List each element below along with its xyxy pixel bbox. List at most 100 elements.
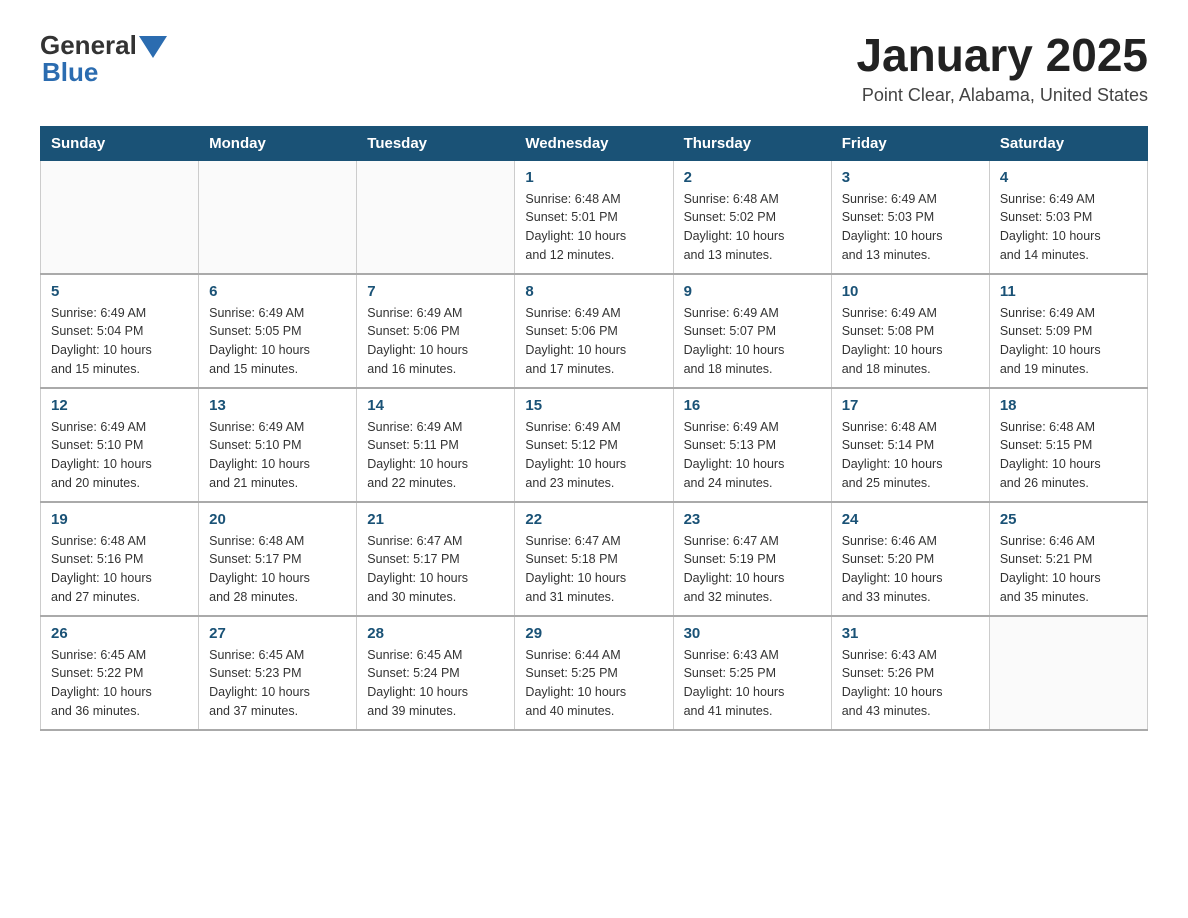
header-day-wednesday: Wednesday [515,126,673,160]
day-info: Sunrise: 6:49 AMSunset: 5:10 PMDaylight:… [51,418,188,493]
day-number: 10 [842,283,979,300]
day-number: 13 [209,397,346,414]
calendar-week-4: 19 Sunrise: 6:48 AMSunset: 5:16 PMDayligh… [41,502,1148,616]
day-info: Sunrise: 6:49 AMSunset: 5:04 PMDaylight:… [51,304,188,379]
calendar-cell: 29 Sunrise: 6:44 AMSunset: 5:25 PMDayligh… [515,616,673,730]
calendar-cell: 27 Sunrise: 6:45 AMSunset: 5:23 PMDayligh… [199,616,357,730]
calendar-header: SundayMondayTuesdayWednesdayThursdayFrid… [41,126,1148,160]
calendar-cell: 12 Sunrise: 6:49 AMSunset: 5:10 PMDayligh… [41,388,199,502]
day-info: Sunrise: 6:49 AMSunset: 5:12 PMDaylight:… [525,418,662,493]
calendar-week-3: 12 Sunrise: 6:49 AMSunset: 5:10 PMDayligh… [41,388,1148,502]
calendar-table: SundayMondayTuesdayWednesdayThursdayFrid… [40,126,1148,731]
day-info: Sunrise: 6:49 AMSunset: 5:09 PMDaylight:… [1000,304,1137,379]
calendar-cell: 13 Sunrise: 6:49 AMSunset: 5:10 PMDayligh… [199,388,357,502]
day-info: Sunrise: 6:49 AMSunset: 5:11 PMDaylight:… [367,418,504,493]
calendar-cell: 20 Sunrise: 6:48 AMSunset: 5:17 PMDayligh… [199,502,357,616]
day-number: 11 [1000,283,1137,300]
day-info: Sunrise: 6:48 AMSunset: 5:02 PMDaylight:… [684,190,821,265]
day-number: 15 [525,397,662,414]
logo: General Blue [40,30,167,88]
day-number: 31 [842,625,979,642]
day-info: Sunrise: 6:47 AMSunset: 5:17 PMDaylight:… [367,532,504,607]
day-info: Sunrise: 6:47 AMSunset: 5:18 PMDaylight:… [525,532,662,607]
header-day-friday: Friday [831,126,989,160]
header-day-monday: Monday [199,126,357,160]
calendar-cell: 7 Sunrise: 6:49 AMSunset: 5:06 PMDaylight… [357,274,515,388]
calendar-cell: 26 Sunrise: 6:45 AMSunset: 5:22 PMDayligh… [41,616,199,730]
day-info: Sunrise: 6:43 AMSunset: 5:25 PMDaylight:… [684,646,821,721]
title-block: January 2025 Point Clear, Alabama, Unite… [856,30,1148,106]
page-header: General Blue January 2025 Point Clear, A… [40,30,1148,106]
day-number: 24 [842,511,979,528]
day-number: 23 [684,511,821,528]
logo-triangle-icon [139,36,167,58]
day-number: 12 [51,397,188,414]
day-number: 28 [367,625,504,642]
calendar-cell: 8 Sunrise: 6:49 AMSunset: 5:06 PMDaylight… [515,274,673,388]
day-number: 8 [525,283,662,300]
calendar-cell: 16Sunrise: 6:49 AMSunset: 5:13 PMDayligh… [673,388,831,502]
day-info: Sunrise: 6:49 AMSunset: 5:10 PMDaylight:… [209,418,346,493]
calendar-cell: 11 Sunrise: 6:49 AMSunset: 5:09 PMDayligh… [989,274,1147,388]
day-info: Sunrise: 6:49 AMSunset: 5:06 PMDaylight:… [367,304,504,379]
calendar-cell: 14 Sunrise: 6:49 AMSunset: 5:11 PMDayligh… [357,388,515,502]
calendar-cell: 31 Sunrise: 6:43 AMSunset: 5:26 PMDayligh… [831,616,989,730]
day-info: Sunrise: 6:49 AMSunset: 5:03 PMDaylight:… [1000,190,1137,265]
day-number: 19 [51,511,188,528]
day-number: 22 [525,511,662,528]
calendar-week-2: 5 Sunrise: 6:49 AMSunset: 5:04 PMDaylight… [41,274,1148,388]
calendar-cell: 28 Sunrise: 6:45 AMSunset: 5:24 PMDayligh… [357,616,515,730]
day-info: Sunrise: 6:49 AMSunset: 5:08 PMDaylight:… [842,304,979,379]
day-info: Sunrise: 6:45 AMSunset: 5:23 PMDaylight:… [209,646,346,721]
day-info: Sunrise: 6:48 AMSunset: 5:01 PMDaylight:… [525,190,662,265]
day-info: Sunrise: 6:48 AMSunset: 5:16 PMDaylight:… [51,532,188,607]
day-number: 16 [684,397,821,414]
day-number: 25 [1000,511,1137,528]
calendar-cell: 25 Sunrise: 6:46 AMSunset: 5:21 PMDayligh… [989,502,1147,616]
day-number: 30 [684,625,821,642]
day-number: 21 [367,511,504,528]
calendar-cell: 18Sunrise: 6:48 AMSunset: 5:15 PMDayligh… [989,388,1147,502]
day-number: 6 [209,283,346,300]
calendar-cell: 21 Sunrise: 6:47 AMSunset: 5:17 PMDayligh… [357,502,515,616]
month-title: January 2025 [856,30,1148,81]
calendar-cell [357,160,515,274]
day-info: Sunrise: 6:45 AMSunset: 5:24 PMDaylight:… [367,646,504,721]
day-number: 20 [209,511,346,528]
calendar-cell [41,160,199,274]
day-number: 26 [51,625,188,642]
calendar-week-5: 26 Sunrise: 6:45 AMSunset: 5:22 PMDayligh… [41,616,1148,730]
day-info: Sunrise: 6:43 AMSunset: 5:26 PMDaylight:… [842,646,979,721]
day-number: 9 [684,283,821,300]
day-number: 5 [51,283,188,300]
location-subtitle: Point Clear, Alabama, United States [856,85,1148,106]
calendar-cell: 1Sunrise: 6:48 AMSunset: 5:01 PMDaylight… [515,160,673,274]
day-info: Sunrise: 6:49 AMSunset: 5:06 PMDaylight:… [525,304,662,379]
day-number: 4 [1000,169,1137,186]
calendar-cell: 17Sunrise: 6:48 AMSunset: 5:14 PMDayligh… [831,388,989,502]
day-number: 27 [209,625,346,642]
day-info: Sunrise: 6:44 AMSunset: 5:25 PMDaylight:… [525,646,662,721]
header-day-tuesday: Tuesday [357,126,515,160]
day-info: Sunrise: 6:49 AMSunset: 5:03 PMDaylight:… [842,190,979,265]
calendar-cell [989,616,1147,730]
day-number: 2 [684,169,821,186]
day-info: Sunrise: 6:49 AMSunset: 5:05 PMDaylight:… [209,304,346,379]
day-number: 14 [367,397,504,414]
calendar-cell: 30 Sunrise: 6:43 AMSunset: 5:25 PMDayligh… [673,616,831,730]
day-info: Sunrise: 6:47 AMSunset: 5:19 PMDaylight:… [684,532,821,607]
calendar-cell: 19 Sunrise: 6:48 AMSunset: 5:16 PMDayligh… [41,502,199,616]
calendar-cell: 4 Sunrise: 6:49 AMSunset: 5:03 PMDaylight… [989,160,1147,274]
header-day-thursday: Thursday [673,126,831,160]
header-day-sunday: Sunday [41,126,199,160]
day-info: Sunrise: 6:48 AMSunset: 5:17 PMDaylight:… [209,532,346,607]
day-number: 7 [367,283,504,300]
day-info: Sunrise: 6:48 AMSunset: 5:14 PMDaylight:… [842,418,979,493]
day-info: Sunrise: 6:46 AMSunset: 5:21 PMDaylight:… [1000,532,1137,607]
day-info: Sunrise: 6:45 AMSunset: 5:22 PMDaylight:… [51,646,188,721]
calendar-cell: 10 Sunrise: 6:49 AMSunset: 5:08 PMDayligh… [831,274,989,388]
logo-blue-text: Blue [42,57,98,88]
day-number: 29 [525,625,662,642]
day-number: 18 [1000,397,1137,414]
calendar-cell: 15 Sunrise: 6:49 AMSunset: 5:12 PMDayligh… [515,388,673,502]
